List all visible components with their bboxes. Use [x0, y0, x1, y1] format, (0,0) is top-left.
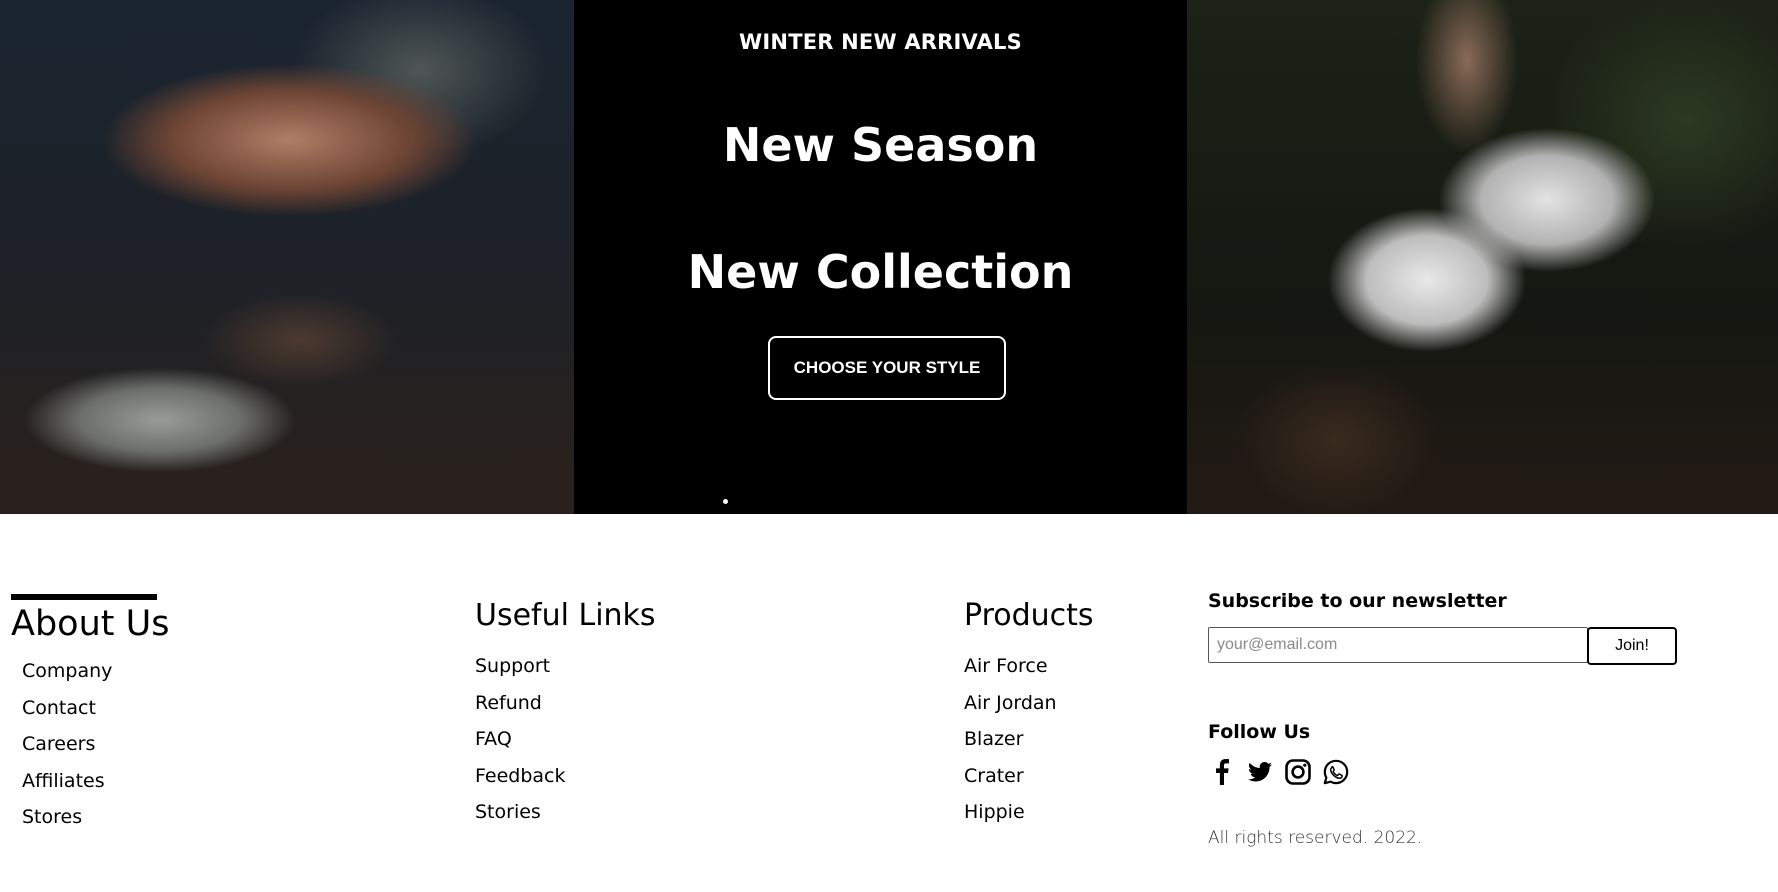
footer-link-refund[interactable]: Refund [475, 692, 565, 729]
footer-link-support[interactable]: Support [475, 655, 565, 692]
facebook-icon[interactable] [1208, 758, 1235, 786]
instagram-icon[interactable] [1284, 758, 1311, 786]
footer-link-stories[interactable]: Stories [475, 801, 565, 838]
footer-link-air-force[interactable]: Air Force [964, 655, 1057, 692]
about-links: Company Contact Careers Affiliates Store… [22, 660, 112, 843]
hero-eyebrow: WINTER NEW ARRIVALS [739, 30, 1022, 54]
hero-headline-line2: New Collection [687, 245, 1074, 299]
hero-headline-line1: New Season [722, 118, 1039, 172]
twitter-icon[interactable] [1246, 758, 1273, 786]
join-button[interactable]: Join! [1587, 627, 1677, 665]
about-title: About Us [11, 604, 170, 644]
site-footer: About Us Company Contact Careers Affilia… [0, 514, 1778, 892]
choose-style-button[interactable]: CHOOSE YOUR STYLE [768, 336, 1006, 400]
copyright-text: All rights reserved. 2022. [1208, 828, 1423, 848]
hero-center-panel: WINTER NEW ARRIVALS New Season New Colle… [574, 0, 1187, 514]
carousel-dot[interactable] [723, 499, 728, 504]
useful-links: Support Refund FAQ Feedback Stories [475, 655, 565, 838]
whatsapp-icon[interactable] [1322, 758, 1349, 786]
about-underline [11, 594, 157, 600]
follow-us-title: Follow Us [1208, 721, 1311, 743]
footer-link-stores[interactable]: Stores [22, 806, 112, 843]
footer-link-faq[interactable]: FAQ [475, 728, 565, 765]
hero-image-right [1187, 0, 1778, 514]
footer-link-air-jordan[interactable]: Air Jordan [964, 692, 1057, 729]
newsletter-email-input[interactable] [1208, 627, 1588, 663]
useful-links-title: Useful Links [475, 598, 656, 633]
footer-link-contact[interactable]: Contact [22, 697, 112, 734]
footer-link-affiliates[interactable]: Affiliates [22, 770, 112, 807]
footer-link-careers[interactable]: Careers [22, 733, 112, 770]
product-links: Air Force Air Jordan Blazer Crater Hippi… [964, 655, 1057, 838]
hero-banner: WINTER NEW ARRIVALS New Season New Colle… [0, 0, 1778, 514]
social-links [1208, 758, 1349, 786]
hero-image-left [0, 0, 574, 514]
footer-link-company[interactable]: Company [22, 660, 112, 697]
footer-link-hippie[interactable]: Hippie [964, 801, 1057, 838]
footer-link-feedback[interactable]: Feedback [475, 765, 565, 802]
footer-link-blazer[interactable]: Blazer [964, 728, 1057, 765]
footer-link-crater[interactable]: Crater [964, 765, 1057, 802]
products-title: Products [964, 598, 1094, 633]
newsletter-title: Subscribe to our newsletter [1208, 590, 1507, 612]
